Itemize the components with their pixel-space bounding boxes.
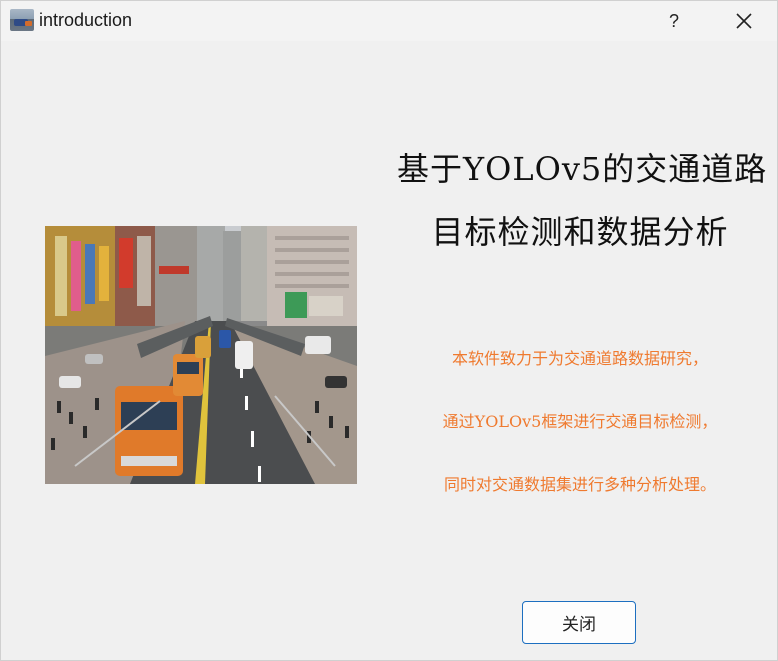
close-window-button[interactable] (721, 1, 767, 41)
description-line-2: 通过YOLOv5框架进行交通目标检测， (442, 412, 718, 431)
title-bar[interactable]: introduction ? (1, 1, 777, 41)
window-title: introduction (39, 10, 133, 30)
close-icon (736, 13, 752, 29)
heading-line-2: 目标检测和数据分析 (431, 213, 729, 251)
description-line-3: 同时对交通数据集进行多种分析处理。 (443, 475, 716, 494)
traffic-photo-icon (10, 9, 34, 31)
traffic-photo (45, 226, 357, 484)
help-label: ? (668, 10, 679, 31)
description-line-1: 本软件致力于为交通道路数据研究， (451, 349, 708, 368)
close-button[interactable]: 关闭 (522, 601, 636, 644)
help-button[interactable]: ? (651, 1, 697, 41)
introduction-dialog: introduction ? 基于YOLOv5的交通道路 目标检测和数据分析 本… (0, 0, 778, 661)
heading-line-1: 基于YOLOv5的交通道路 (397, 150, 768, 188)
